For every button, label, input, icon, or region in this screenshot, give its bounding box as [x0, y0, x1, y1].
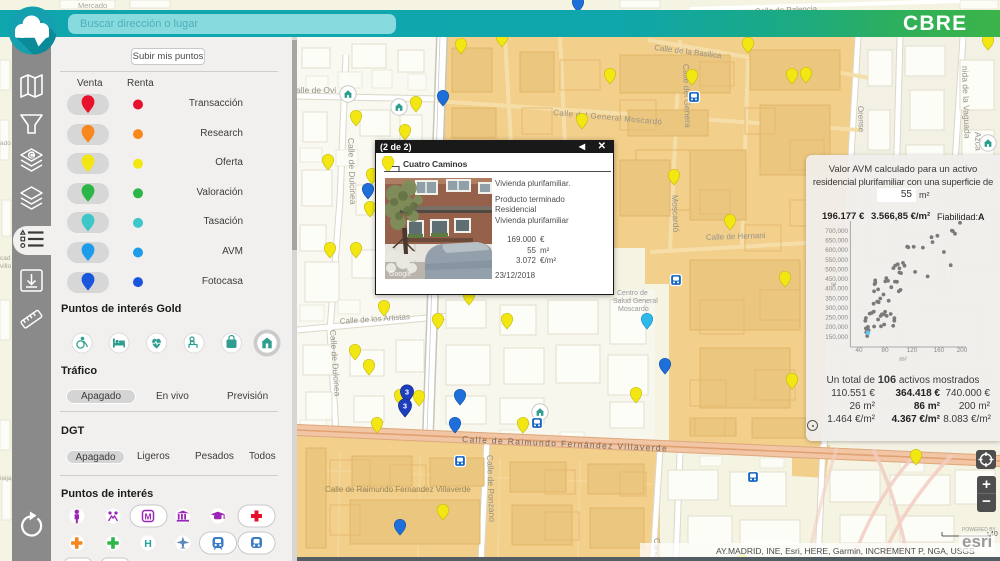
svg-text:120: 120 [907, 347, 918, 354]
svg-text:€: € [831, 282, 838, 286]
svg-text:m²: m² [899, 356, 907, 363]
svg-text:3: 3 [405, 388, 409, 397]
svg-text:3: 3 [403, 402, 407, 411]
svg-text:250,000: 250,000 [825, 315, 848, 322]
svg-text:500,000: 500,000 [825, 267, 848, 274]
svg-text:Moscardo: Moscardo [618, 306, 649, 313]
svg-text:Salud General: Salud General [613, 298, 658, 305]
svg-text:Calle de Raimundo Fernandez Vi: Calle de Raimundo Fernandez Villaverde [325, 485, 471, 494]
svg-text:450,000: 450,000 [825, 276, 848, 283]
svg-text:650,000: 650,000 [825, 238, 848, 245]
svg-text:cad: cad [0, 255, 11, 262]
svg-text:600,000: 600,000 [825, 247, 848, 254]
svg-text:M: M [144, 512, 151, 522]
svg-text:Orense: Orense [856, 106, 866, 133]
svg-text:700,000: 700,000 [825, 228, 848, 235]
svg-text:160: 160 [934, 347, 945, 354]
svg-text:Mercado: Mercado [78, 1, 107, 10]
svg-text:200: 200 [957, 347, 968, 354]
svg-text:80: 80 [881, 347, 889, 354]
svg-text:200,000: 200,000 [825, 324, 848, 331]
svg-text:ieija: ieija [0, 475, 12, 482]
svg-text:300,000: 300,000 [825, 305, 848, 312]
svg-text:Google: Google [389, 271, 412, 278]
svg-text:villo: villo [0, 263, 12, 270]
svg-text:550,000: 550,000 [825, 257, 848, 264]
svg-text:40: 40 [855, 347, 863, 354]
svg-text:alle de Ovi: alle de Ovi [296, 85, 336, 95]
svg-text:Centro de: Centro de [617, 290, 648, 297]
svg-text:150,000: 150,000 [825, 334, 848, 341]
svg-text:C: C [29, 153, 34, 160]
svg-text:ado: ado [0, 140, 11, 147]
svg-text:350,000: 350,000 [825, 295, 848, 302]
svg-text:Moscardó: Moscardó [670, 195, 681, 233]
svg-text:H: H [144, 538, 152, 550]
